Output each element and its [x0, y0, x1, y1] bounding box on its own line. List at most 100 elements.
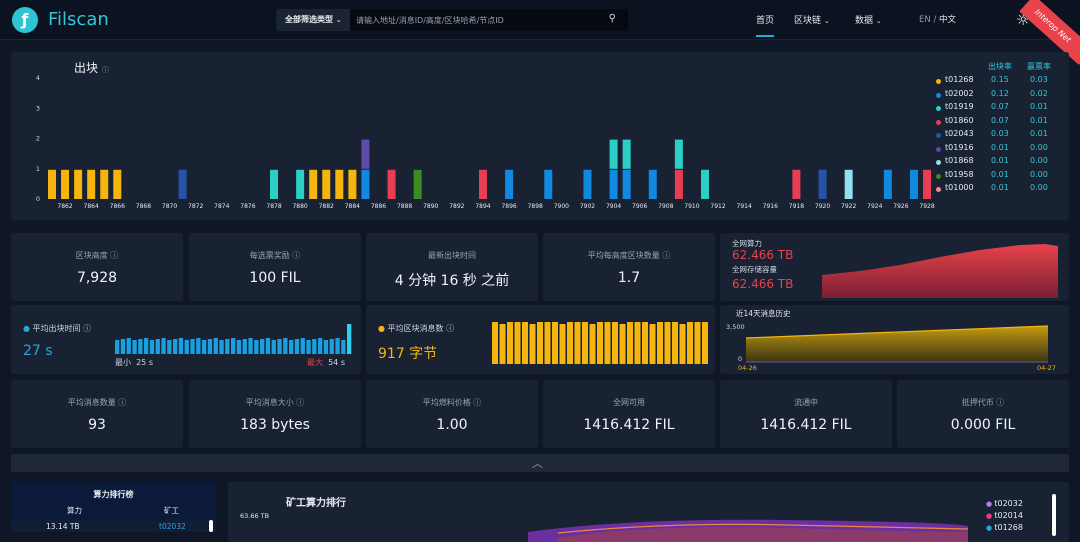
info-icon[interactable]: ⓘ: [296, 398, 304, 407]
legend-dot-icon: [936, 79, 941, 84]
legend-dot-icon: [936, 146, 941, 152]
collapse-bar[interactable]: ︿: [11, 454, 1069, 472]
block-bar[interactable]: [348, 169, 357, 199]
block-bar[interactable]: [792, 169, 801, 199]
stat-card-network-available: 全网可用 1416.412 FIL: [543, 380, 715, 448]
legend-win-rate: 0.00: [1030, 169, 1048, 179]
block-bar[interactable]: [674, 169, 683, 199]
time-bar: [289, 340, 294, 354]
table-row[interactable]: 13.14 TB t02032: [11, 520, 216, 532]
block-bar[interactable]: [322, 169, 331, 199]
block-bar[interactable]: [674, 139, 683, 169]
time-bar: [173, 339, 178, 354]
legend-item[interactable]: ● t02032: [986, 499, 1023, 511]
time-bar: [219, 340, 224, 354]
block-bar[interactable]: [74, 169, 83, 199]
legend-item[interactable]: t01000 0.01 0.00: [936, 183, 1056, 197]
x-tick-label: 7912: [710, 203, 725, 210]
legend-miner-id: t01958: [945, 169, 974, 179]
time-bar: [294, 339, 300, 354]
info-icon[interactable]: ⓘ: [662, 251, 670, 260]
scrollbar[interactable]: [1052, 494, 1056, 536]
block-bar[interactable]: [478, 169, 487, 199]
size-bar: [627, 322, 633, 364]
block-bar[interactable]: [361, 139, 370, 169]
power-rank-title: 算力排行榜: [93, 490, 134, 499]
legend-item[interactable]: t01860 0.07 0.01: [936, 116, 1056, 130]
x-tick-label: 7918: [789, 203, 804, 210]
block-bar[interactable]: [544, 169, 553, 199]
block-bar[interactable]: [296, 169, 305, 199]
x-tick-label: 7868: [136, 203, 151, 210]
block-bar[interactable]: [61, 169, 70, 199]
block-bar[interactable]: [87, 169, 96, 199]
legend-item[interactable]: t01868 0.01 0.00: [936, 156, 1056, 170]
legend-item[interactable]: t01268 0.15 0.03: [936, 75, 1056, 89]
size-bar: [687, 322, 693, 364]
block-bar[interactable]: [100, 169, 109, 199]
legend-item[interactable]: ● t02014: [986, 511, 1023, 523]
block-bar[interactable]: [361, 169, 370, 199]
time-bar: [231, 338, 236, 354]
block-bar[interactable]: [909, 169, 918, 199]
info-icon[interactable]: ⓘ: [118, 398, 126, 407]
power-rank-table: 算力排行榜 算力 矿工 13.14 TB t02032: [11, 482, 216, 532]
block-bar[interactable]: [622, 139, 631, 169]
legend-dot-icon: [936, 106, 941, 111]
legend-item[interactable]: t01919 0.07 0.01: [936, 102, 1056, 116]
block-bar[interactable]: [413, 169, 422, 199]
x-tick-label: 7924: [867, 203, 882, 210]
block-bar[interactable]: [335, 169, 344, 199]
y-tick-label: 2: [36, 135, 40, 143]
info-icon[interactable]: ⓘ: [292, 251, 300, 260]
legend-item[interactable]: t01916 0.01 0.00: [936, 143, 1056, 157]
legend-dot-icon: [936, 173, 941, 179]
block-bar[interactable]: [622, 169, 631, 199]
size-bar: [679, 324, 686, 364]
time-bar: [132, 340, 137, 354]
info-icon[interactable]: ⓘ: [110, 251, 118, 260]
block-bar[interactable]: [609, 169, 618, 199]
info-icon[interactable]: ⓘ: [473, 398, 481, 407]
legend-item[interactable]: ● t01268: [986, 523, 1023, 535]
block-bar[interactable]: [387, 169, 396, 199]
size-bar: [619, 324, 626, 364]
time-bar: [283, 338, 288, 354]
block-bar[interactable]: [505, 169, 514, 199]
block-bar[interactable]: [583, 169, 592, 199]
size-bar: [567, 322, 573, 364]
stat-label: 平均每高度区块数量 ⓘ: [543, 250, 715, 261]
legend-miner-id: t02032: [994, 499, 1023, 508]
block-bar[interactable]: [648, 169, 657, 199]
chevron-up-icon[interactable]: ︿: [532, 455, 543, 471]
block-bar[interactable]: [178, 169, 187, 199]
time-bar: [248, 338, 253, 354]
info-icon[interactable]: ⓘ: [996, 398, 1004, 407]
block-bar[interactable]: [270, 169, 279, 199]
stat-value: 1416.412 FIL: [583, 417, 675, 433]
block-bar[interactable]: [923, 169, 932, 199]
block-bar[interactable]: [883, 169, 892, 199]
stat-label: 平均消息大小 ⓘ: [189, 397, 361, 408]
legend-win-rate: 0.01: [1030, 102, 1048, 111]
legend-item[interactable]: t02043 0.03 0.01: [936, 129, 1056, 143]
block-bar[interactable]: [48, 169, 56, 199]
block-bar[interactable]: [844, 169, 853, 199]
block-bar[interactable]: [818, 169, 827, 199]
block-time-max: 最大 54 s: [307, 357, 345, 368]
legend-item[interactable]: t01958 0.01 0.00: [936, 170, 1056, 184]
time-bar: [323, 340, 329, 354]
legend-block-rate: 0.12: [991, 88, 1009, 98]
size-bar: [552, 322, 558, 364]
block-bar[interactable]: [309, 169, 318, 199]
time-bar: [138, 339, 143, 354]
scrollbar[interactable]: [209, 520, 213, 532]
block-bar[interactable]: [701, 169, 709, 199]
x-tick-label: 7908: [658, 203, 673, 210]
legend-miner-id: t01919: [945, 102, 974, 111]
size-bar: [559, 324, 566, 364]
row-miner-link[interactable]: t02032: [159, 522, 186, 531]
block-bar[interactable]: [609, 139, 618, 169]
block-bar[interactable]: [113, 169, 122, 199]
legend-item[interactable]: t02002 0.12 0.02: [936, 89, 1056, 103]
